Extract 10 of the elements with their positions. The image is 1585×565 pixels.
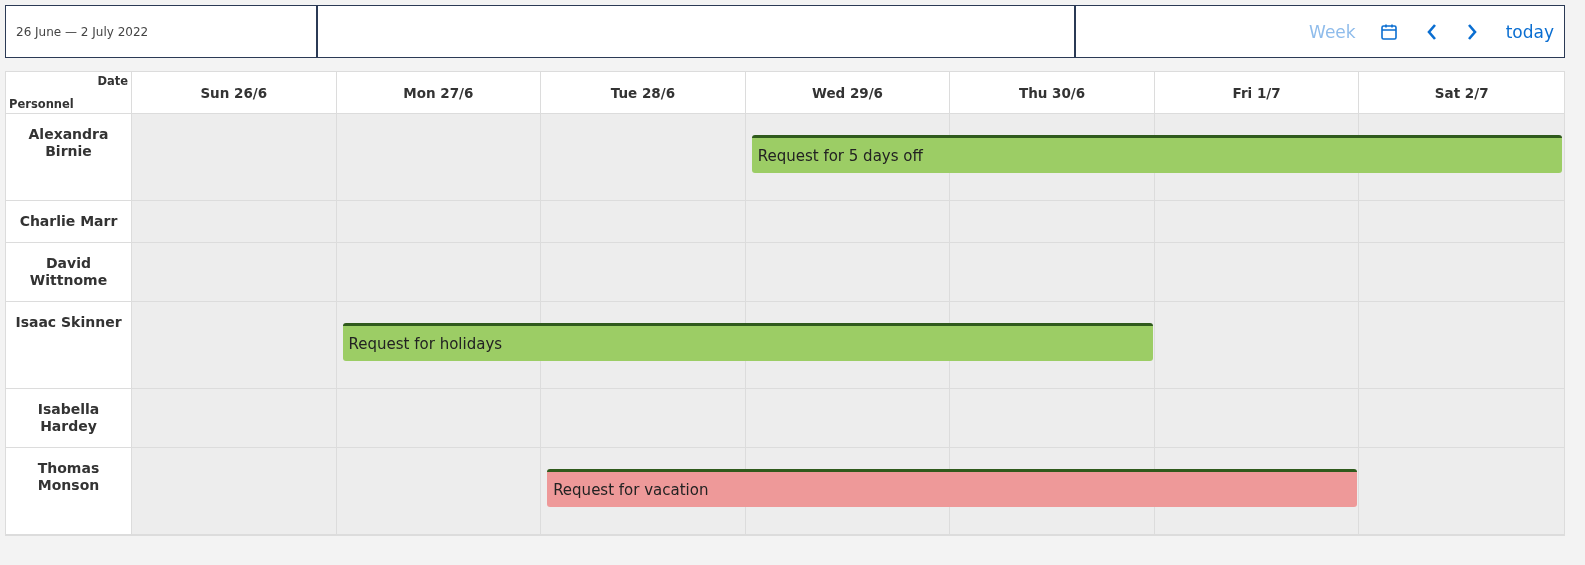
calendar-icon bbox=[1379, 22, 1398, 41]
chevron-left-icon bbox=[1425, 22, 1438, 41]
event-bar[interactable]: Request for vacation bbox=[547, 469, 1358, 507]
chevron-right-icon bbox=[1465, 22, 1478, 41]
event-bar[interactable]: Request for holidays bbox=[342, 323, 1153, 361]
today-button[interactable]: today bbox=[1497, 19, 1554, 44]
date-range: 26 June — 2 July 2022 bbox=[16, 24, 149, 39]
personnel-label: Personnel bbox=[9, 97, 75, 111]
event-bar[interactable]: Request for 5 days off bbox=[751, 135, 1562, 173]
date-label: Date bbox=[97, 74, 128, 88]
